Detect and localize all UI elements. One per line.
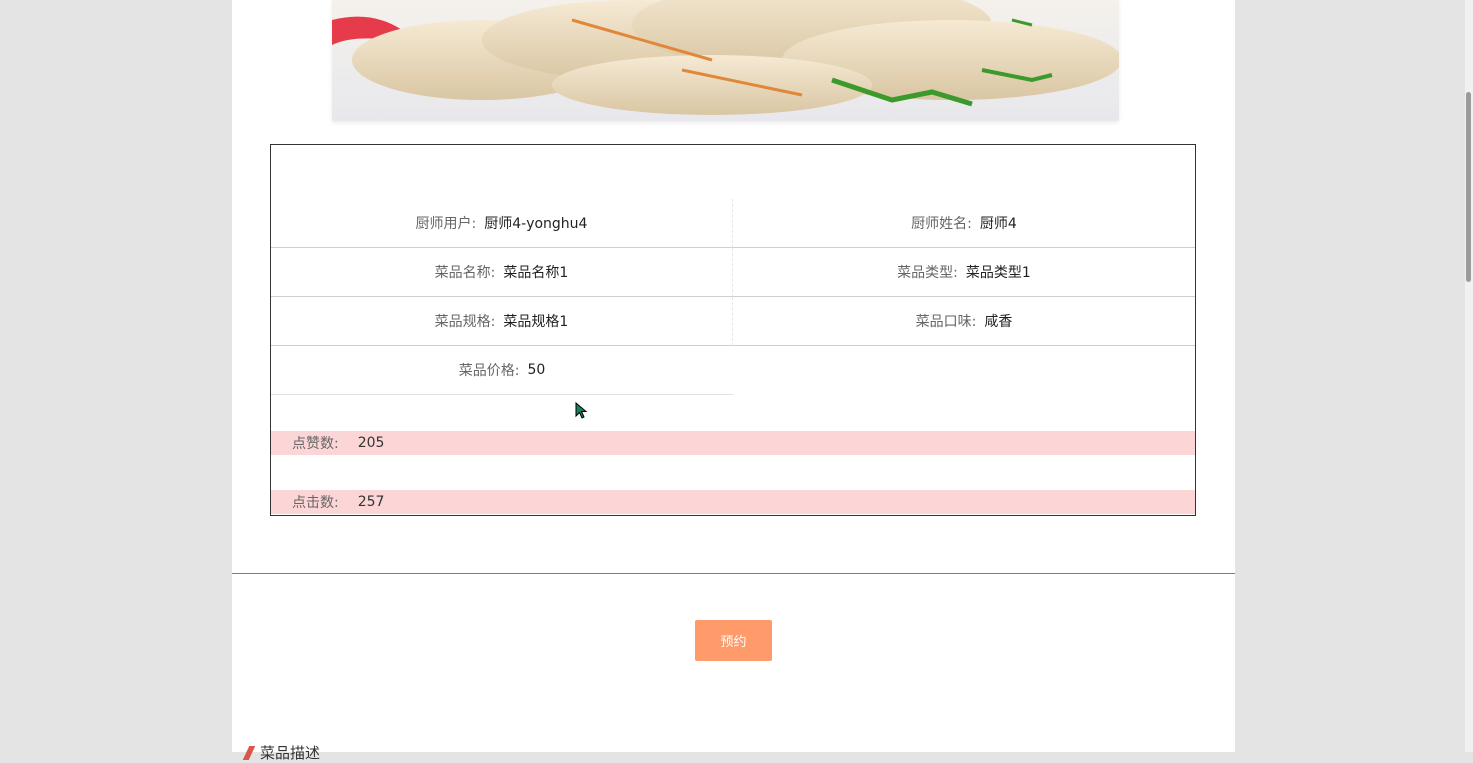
- dish-price-label: 菜品价格:: [458, 363, 520, 379]
- dish-name-value: 菜品名称1: [503, 265, 569, 281]
- dish-taste-cell: 菜品口味: 咸香: [733, 297, 1195, 346]
- book-button[interactable]: 预约: [695, 620, 772, 661]
- chef-user-cell: 厨师用户: 厨师4-yonghu4: [271, 199, 733, 248]
- page-content: 厨师用户: 厨师4-yonghu4 厨师姓名: 厨师4 菜品名称: 菜品名称1 …: [232, 0, 1235, 762]
- clicks-row: 点击数: 257: [271, 490, 1195, 514]
- dish-spec-cell: 菜品规格: 菜品规格1: [271, 297, 733, 346]
- page-scrollbar[interactable]: [1465, 0, 1473, 752]
- chef-user-label: 厨师用户:: [415, 216, 477, 232]
- dish-spec-label: 菜品规格:: [434, 314, 496, 330]
- mouse-cursor-icon: [575, 402, 588, 419]
- dish-image: [332, 0, 1119, 121]
- dish-taste-label: 菜品口味:: [915, 314, 977, 330]
- chef-name-label: 厨师姓名:: [911, 216, 972, 232]
- clicks-label: 点击数:: [292, 495, 339, 511]
- likes-value: 205: [357, 435, 385, 451]
- dish-spec-value: 菜品规格1: [503, 314, 569, 330]
- title-marker-icon: [242, 745, 256, 760]
- likes-row: 点赞数: 205: [271, 431, 1195, 455]
- dish-name-label: 菜品名称:: [434, 265, 496, 281]
- likes-label: 点赞数:: [292, 436, 339, 452]
- description-section-title: 菜品描述: [242, 742, 321, 763]
- dish-taste-value: 咸香: [984, 314, 1013, 330]
- section-divider: [232, 573, 1235, 574]
- dish-price-value: 50: [527, 362, 546, 378]
- chef-name-value: 厨师4: [979, 216, 1017, 232]
- description-title-text: 菜品描述: [260, 744, 321, 762]
- dish-name-cell: 菜品名称: 菜品名称1: [271, 248, 733, 297]
- dish-type-value: 菜品类型1: [965, 265, 1031, 281]
- chef-name-cell: 厨师姓名: 厨师4: [733, 199, 1195, 248]
- clicks-value: 257: [357, 494, 385, 510]
- dish-type-cell: 菜品类型: 菜品类型1: [733, 248, 1195, 297]
- dish-type-label: 菜品类型:: [897, 265, 958, 281]
- dish-details-table: 厨师用户: 厨师4-yonghu4 厨师姓名: 厨师4 菜品名称: 菜品名称1 …: [270, 144, 1196, 516]
- scrollbar-thumb[interactable]: [1466, 92, 1471, 282]
- dish-price-cell: 菜品价格: 50: [271, 346, 733, 395]
- chef-user-value: 厨师4-yonghu4: [484, 216, 588, 232]
